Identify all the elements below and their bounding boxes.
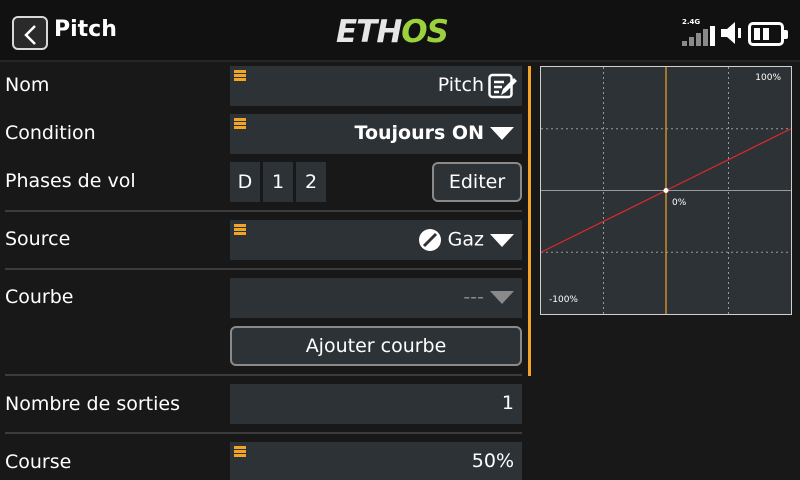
name-value: Pitch [437, 74, 484, 96]
header-bar: Pitch ETHOS 2.4G [0, 0, 800, 62]
curve-select[interactable]: --- [230, 278, 522, 318]
divider [5, 268, 522, 270]
edit-phases-button[interactable]: Editer [432, 162, 522, 202]
source-value: Gaz [418, 228, 514, 252]
add-curve-button[interactable]: Ajouter courbe [230, 326, 522, 366]
course-field[interactable]: 50% [230, 442, 522, 480]
radio-band-label: 2.4G [682, 18, 701, 26]
dropdown-arrow-icon [490, 127, 514, 140]
source-select[interactable]: Gaz [230, 220, 522, 260]
condition-value: Toujours ON [355, 122, 514, 144]
name-field[interactable]: Pitch [230, 66, 522, 106]
ethos-logo: ETHOS [336, 14, 449, 50]
chevron-left-icon [24, 25, 36, 45]
speaker-icon[interactable] [719, 19, 745, 47]
menu-icon [234, 118, 246, 129]
phase-item-2[interactable]: 2 [296, 162, 326, 202]
outputs-count-field[interactable]: 1 [230, 384, 522, 424]
dropdown-arrow-icon [490, 233, 514, 247]
outputs-count-label: Nombre de sorties [5, 393, 180, 415]
curve-value: --- [463, 286, 514, 308]
edit-icon[interactable] [488, 73, 518, 99]
divider [5, 432, 522, 434]
curve-point [663, 188, 669, 193]
scrollbar[interactable] [528, 66, 531, 376]
divider [5, 374, 522, 376]
dropdown-arrow-icon [490, 291, 514, 304]
back-button[interactable] [12, 16, 48, 50]
course-value: 50% [471, 450, 514, 472]
menu-icon [234, 224, 246, 235]
curve-max-label: 100% [755, 73, 781, 83]
phase-item-1[interactable]: 1 [263, 162, 293, 202]
source-label: Source [5, 228, 71, 250]
curve-chart: 100% 0% -100% [540, 66, 792, 315]
curve-center-label: 0% [672, 198, 687, 208]
battery-icon [748, 22, 788, 46]
condition-select[interactable]: Toujours ON [230, 114, 522, 154]
signal-strength-icon [682, 26, 716, 46]
curve-label: Courbe [5, 286, 74, 308]
flight-phases-label: Phases de vol [5, 170, 136, 192]
menu-icon [234, 446, 246, 457]
phase-item-d[interactable]: D [230, 162, 260, 202]
name-label: Nom [5, 74, 50, 96]
curve-min-label: -100% [549, 295, 578, 305]
outputs-count-value: 1 [501, 392, 514, 414]
course-label: Course [5, 451, 72, 473]
divider [5, 210, 522, 212]
condition-label: Condition [5, 122, 96, 144]
page-title: Pitch [54, 17, 117, 42]
menu-icon [234, 70, 246, 81]
throttle-icon [418, 229, 441, 251]
curve-plot [541, 67, 791, 314]
